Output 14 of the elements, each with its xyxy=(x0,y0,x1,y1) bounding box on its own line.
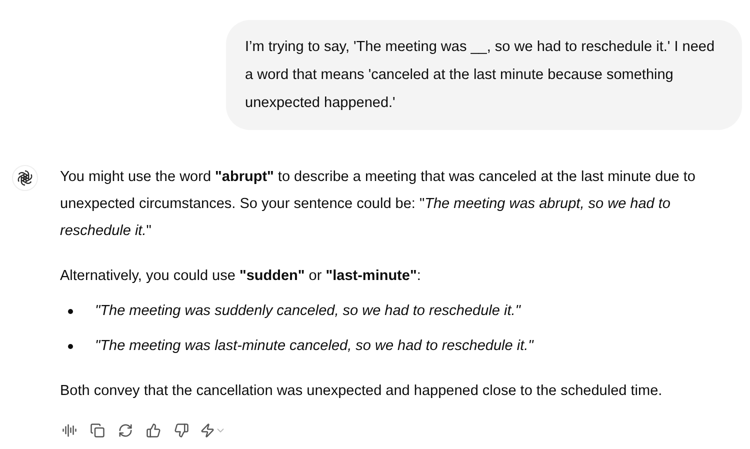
thumbs-up-icon[interactable] xyxy=(146,423,161,438)
regenerate-icon[interactable] xyxy=(118,423,133,438)
bullet-icon xyxy=(68,344,73,349)
user-message-bubble: I’m trying to say, 'The meeting was __, so we had to reschedule it.' I need a word that means 'canceled at the last minute because something unexpected happened.' xyxy=(226,20,742,130)
reply-paragraph: Alternatively, you could use "sudden" or "last-minute": xyxy=(60,267,422,286)
thumbs-down-icon[interactable] xyxy=(174,423,189,438)
bullet-text: "The meeting was last-minute canceled, so we had to reschedule it." xyxy=(95,337,534,356)
bullet-text: "The meeting was suddenly canceled, so we had to reschedule it." xyxy=(95,302,520,321)
reply-paragraph: Both convey that the cancellation was unexpected and happened close to the scheduled time. xyxy=(60,382,664,401)
copy-icon[interactable] xyxy=(90,423,105,438)
reply-paragraph: You might use the word "abrupt" to describe a meeting that was canceled at the last minute due to unexpected circumstances. So your sentence could be: "The meeting was abrupt, so we had to reschedule it." xyxy=(60,168,696,241)
lightning-icon[interactable] xyxy=(200,423,215,438)
read-aloud-icon[interactable] xyxy=(62,423,77,438)
bullet-icon xyxy=(68,309,73,314)
